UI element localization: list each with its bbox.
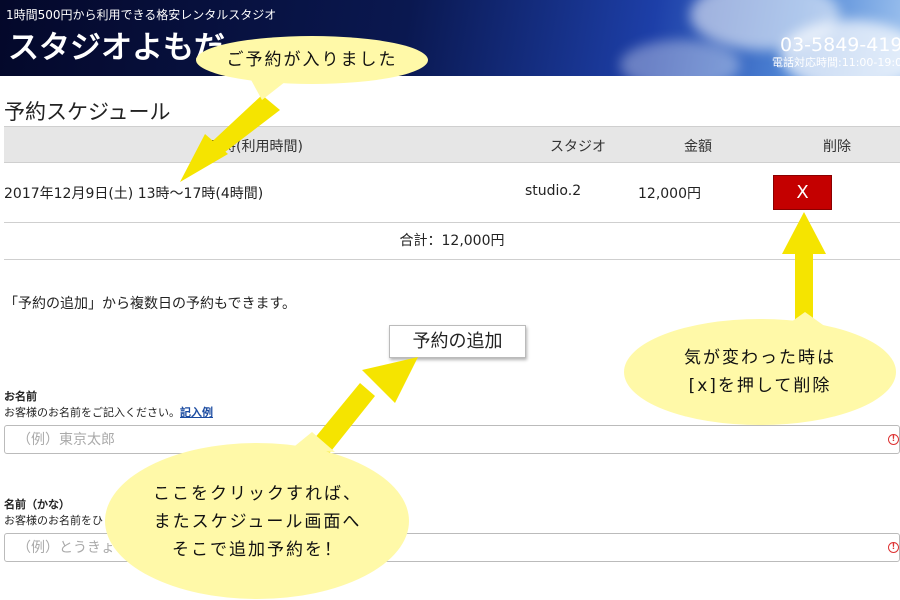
required-alert-icon: ! [888, 434, 899, 445]
required-alert-icon: ! [888, 542, 899, 553]
reservation-amount: 12,000円 [638, 186, 701, 202]
column-studio: スタジオ [550, 139, 606, 155]
schedule-title: 予約スケジュール [4, 100, 171, 124]
site-header: 1時間500円から利用できる格安レンタルスタジオ スタジオよもだ 03-5849… [0, 0, 900, 76]
column-delete: 削除 [823, 139, 851, 155]
example-link[interactable]: 記入例 [180, 406, 213, 419]
add-reservation-note: 「予約の追加」から複数日の予約もできます。 [4, 296, 297, 312]
name-description: お客様のお名前をご記入ください。記入例 [4, 406, 213, 419]
bubble-text-delete-2: [x]を押して削除 [688, 376, 832, 396]
kana-label: 名前（かな） [4, 498, 70, 511]
reservation-datetime: 2017年12月9日(土) 13時～17時(4時間) [4, 186, 264, 202]
name-label: お名前 [4, 390, 37, 403]
column-datetime: 日時(利用時間) [208, 139, 303, 155]
kana-description: お客様のお名前をひ [4, 514, 103, 527]
table-row: 2017年12月9日(土) 13時～17時(4時間) studio.2 12,0… [4, 163, 900, 223]
reservation-studio: studio.2 [525, 183, 582, 199]
schedule-total: 合計：12,000円 [4, 223, 900, 260]
delete-button[interactable]: X [773, 175, 832, 210]
bubble-text-reserved: ご予約が入りました [226, 50, 398, 70]
add-reservation-button[interactable]: 予約の追加 [389, 325, 526, 358]
bubble-text-add-3: そこで追加予約を！ [172, 540, 343, 560]
bubble-text-add-2: またスケジュール画面へ [153, 512, 362, 532]
name-field[interactable] [4, 425, 900, 454]
phone-hours: 電話対応時間:11:00-19:0 [772, 56, 900, 69]
site-logo-text[interactable]: スタジオよもだ [8, 22, 225, 67]
schedule-table-header: 日時(利用時間) スタジオ 金額 削除 [4, 126, 900, 163]
arrow-to-add-button [295, 357, 418, 475]
bubble-text-delete-1: 気が変わった時は [684, 348, 836, 368]
phone-number: 03-5849-419 [780, 34, 900, 56]
bubble-text-add-1: ここをクリックすれば、 [153, 484, 362, 504]
site-tagline: 1時間500円から利用できる格安レンタルスタジオ [6, 8, 277, 22]
column-amount: 金額 [684, 139, 712, 155]
